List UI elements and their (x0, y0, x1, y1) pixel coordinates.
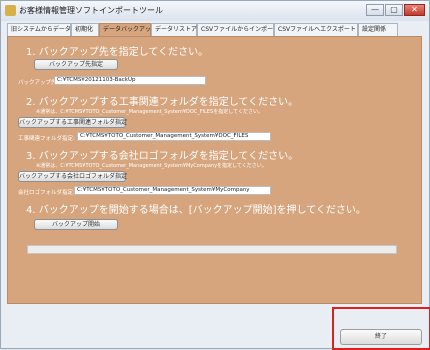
section-2-note: ※通常は、C:¥TCMS¥TOTO_Customer_Management_Sy… (36, 109, 263, 115)
select-backup-dest-button[interactable]: バックアップ先指定 (34, 59, 118, 70)
app-icon (5, 5, 16, 16)
backup-dest-label: バックアップ先: (18, 80, 59, 86)
construction-folder-field[interactable]: C:¥TCMS¥TOTO_Customer_Management_System¥… (77, 132, 271, 141)
section-2-heading: 2. バックアップする工事関連フォルダを指定してください。 (26, 97, 299, 108)
tab-backup[interactable]: データバックアップ (99, 23, 157, 36)
tab-bar: 旧システムからデータ移行 初期化 データバックアップ データリストア CSVファ… (7, 23, 419, 37)
window-title: お客様情報管理ソフトインポートツール (19, 6, 163, 15)
minimize-button[interactable]: — (366, 4, 384, 16)
section-3-note: ※通常は、C:¥TCMS¥TOTO_Customer_Management_Sy… (36, 163, 267, 169)
tab-csv-export[interactable]: CSVファイルへエクスポート (274, 23, 358, 36)
start-backup-button[interactable]: バックアップ開始 (34, 219, 118, 230)
logo-folder-label: 会社ロゴフォルダ指定: (18, 190, 75, 196)
tab-migrate[interactable]: 旧システムからデータ移行 (7, 23, 83, 36)
section-4-heading: 4. バックアップを開始する場合は、[バックアップ開始]を押してください。 (26, 205, 366, 216)
select-construction-folder-button[interactable]: バックアップする工事関連フォルダ指定 (18, 117, 127, 128)
tab-restore[interactable]: データリストア (151, 23, 197, 36)
tab-initialize[interactable]: 初期化 (71, 23, 99, 36)
tab-csv-import[interactable]: CSVファイルからインポート (197, 23, 279, 36)
section-3-heading: 3. バックアップする会社ロゴフォルダを指定してください。 (26, 151, 299, 162)
construction-folder-label: 工事関連フォルダ指定: (18, 136, 75, 142)
backup-progress-bar (27, 245, 397, 254)
title-bar: お客様情報管理ソフトインポートツール — ▢ ✕ (1, 1, 429, 21)
highlight-box (332, 307, 430, 350)
logo-folder-field[interactable]: C:¥TCMS¥TOTO_Customer_Management_System¥… (74, 186, 271, 195)
backup-panel: 1. バックアップ先を指定してください。 バックアップ先指定 バックアップ先: … (7, 36, 422, 304)
close-button[interactable]: ✕ (404, 4, 425, 16)
tab-settings[interactable]: 設定関係 (358, 23, 398, 36)
select-logo-folder-button[interactable]: バックアップする会社ロゴフォルダ指定 (18, 171, 127, 182)
backup-dest-field[interactable]: C:¥TCMS¥20121103-BackUp (54, 76, 206, 85)
maximize-button[interactable]: ▢ (385, 4, 403, 16)
app-window: お客様情報管理ソフトインポートツール — ▢ ✕ 旧システムからデータ移行 初期… (0, 0, 430, 350)
section-1-heading: 1. バックアップ先を指定してください。 (26, 47, 209, 58)
